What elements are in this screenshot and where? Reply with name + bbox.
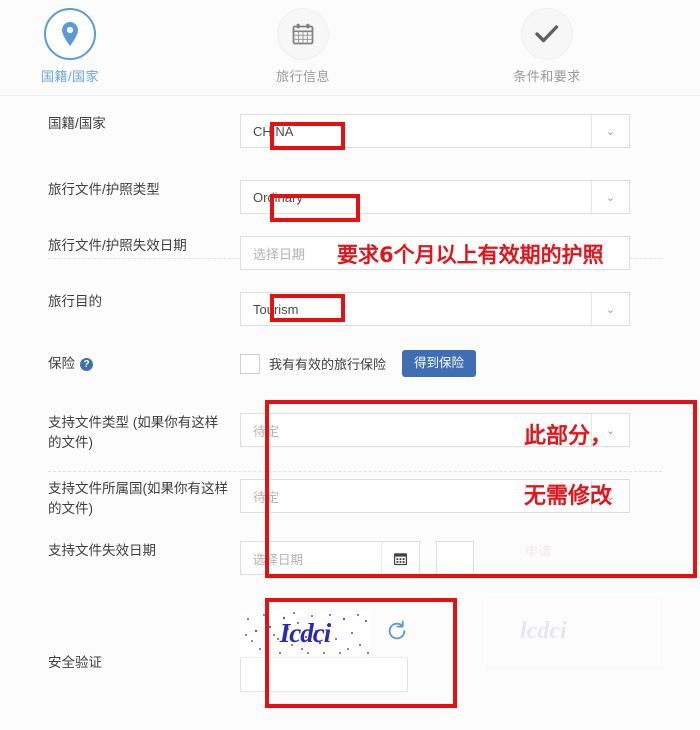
chevron-down-icon[interactable]: ⌄ [591, 293, 629, 325]
field-nationality: CHINA ⌄ [240, 114, 630, 148]
passport-expiry-date-input[interactable]: 选择日期 [240, 236, 630, 270]
row-support-doc-country: 支持文件所属国(如果你有这样的文件) 待定 ⌄ [0, 479, 700, 519]
step-conditions-label: 条件和要求 [513, 69, 581, 84]
field-security: Icdci [240, 609, 408, 692]
insurance-checkbox-label: 我有有效的旅行保险 [269, 357, 387, 372]
row-security: 安全验证 Icdci [0, 609, 700, 692]
label-insurance: 保险? [0, 354, 240, 374]
row-passport-expiry: 旅行文件/护照失效日期 选择日期 [0, 236, 700, 270]
label-support-doc-country: 支持文件所属国(如果你有这样的文件) [48, 481, 228, 516]
location-pin-icon [62, 22, 78, 46]
support-doc-type-select[interactable]: 待定 ⌄ [240, 413, 630, 447]
field-passport-expiry: 选择日期 [240, 236, 630, 270]
captcha-row: Icdci [240, 609, 408, 657]
captcha-image: Icdci [240, 609, 370, 657]
step-travel-info[interactable]: 旅行信息 [238, 8, 368, 85]
support-doc-expiry-placeholder: 选择日期 [253, 552, 304, 567]
passport-expiry-placeholder: 选择日期 [253, 246, 306, 262]
field-support-doc-type: 待定 ⌄ [240, 413, 630, 447]
step-travel-info-label: 旅行信息 [275, 69, 330, 84]
field-insurance: 我有有效的旅行保险 得到保险 [240, 350, 477, 377]
visa-application-form-page: 国籍/国家 旅行信息 条件和要求 国籍/国家 CHINA ⌄ 旅行文件/护照类型… [0, 0, 700, 730]
step-travel-info-circle [277, 8, 329, 60]
support-doc-type-value: 待定 [253, 423, 280, 439]
chevron-down-icon[interactable]: ⌄ [591, 115, 629, 147]
row-travel-purpose: 旅行目的 Tourism ⌄ [0, 292, 700, 326]
chevron-down-icon[interactable]: ⌄ [591, 414, 629, 446]
support-doc-extra-box[interactable] [436, 541, 474, 575]
field-travel-purpose: Tourism ⌄ [240, 292, 630, 326]
label-support-doc-type: 支持文件类型 (如果你有这样的文件) [48, 415, 219, 450]
step-progress-bar: 国籍/国家 旅行信息 条件和要求 [0, 0, 700, 86]
field-passport-type: Ordinary ⌄ [240, 180, 630, 214]
step-nationality-label: 国籍/国家 [40, 69, 100, 84]
label-passport-type: 旅行文件/护照类型 [48, 182, 160, 197]
field-support-doc-expiry: 选择日期 [240, 541, 474, 575]
step-conditions[interactable]: 条件和要求 [482, 8, 612, 85]
captcha-text: Icdci [279, 617, 331, 648]
get-insurance-button[interactable]: 得到保险 [402, 350, 477, 377]
label-travel-purpose: 旅行目的 [48, 294, 102, 309]
help-icon[interactable]: ? [80, 358, 93, 371]
captcha-input[interactable] [240, 658, 408, 692]
label-security: 安全验证 [48, 655, 102, 670]
insurance-checkbox[interactable] [240, 353, 260, 374]
passport-type-select[interactable]: Ordinary ⌄ [240, 180, 630, 214]
row-separator [48, 471, 662, 472]
travel-purpose-select[interactable]: Tourism ⌄ [240, 292, 630, 326]
row-support-doc-expiry: 支持文件失效日期 选择日期 [0, 541, 700, 575]
step-nationality-circle [44, 8, 96, 60]
check-icon [535, 25, 559, 43]
nationality-select[interactable]: CHINA ⌄ [240, 114, 630, 148]
chevron-down-icon[interactable]: ⌄ [591, 480, 629, 512]
calendar-picker-icon[interactable] [381, 542, 419, 574]
row-support-doc-type: 支持文件类型 (如果你有这样的文件) 待定 ⌄ [0, 413, 700, 453]
field-support-doc-country: 待定 ⌄ [240, 479, 630, 513]
label-support-doc-expiry: 支持文件失效日期 [48, 543, 156, 558]
row-nationality: 国籍/国家 CHINA ⌄ [0, 114, 700, 148]
calendar-icon [292, 23, 314, 45]
nationality-select-value: CHINA [253, 123, 294, 139]
label-passport-expiry: 旅行文件/护照失效日期 [48, 238, 187, 253]
support-doc-expiry-date-input[interactable]: 选择日期 [240, 541, 420, 575]
passport-type-select-value: Ordinary [253, 189, 303, 205]
refresh-icon[interactable] [386, 620, 408, 647]
form-body: 国籍/国家 CHINA ⌄ 旅行文件/护照类型 Ordinary ⌄ 旅行文件/… [0, 86, 700, 692]
support-doc-country-value: 待定 [253, 489, 280, 505]
step-conditions-circle [521, 8, 573, 60]
label-nationality: 国籍/国家 [48, 116, 106, 131]
row-passport-type: 旅行文件/护照类型 Ordinary ⌄ [0, 180, 700, 214]
label-insurance-text: 保险 [48, 355, 75, 371]
support-doc-country-select[interactable]: 待定 ⌄ [240, 479, 630, 513]
row-insurance: 保险? 我有有效的旅行保险 得到保险 [0, 350, 700, 377]
step-nationality[interactable]: 国籍/国家 [5, 8, 135, 85]
chevron-down-icon[interactable]: ⌄ [591, 181, 629, 213]
travel-purpose-select-value: Tourism [253, 301, 299, 317]
